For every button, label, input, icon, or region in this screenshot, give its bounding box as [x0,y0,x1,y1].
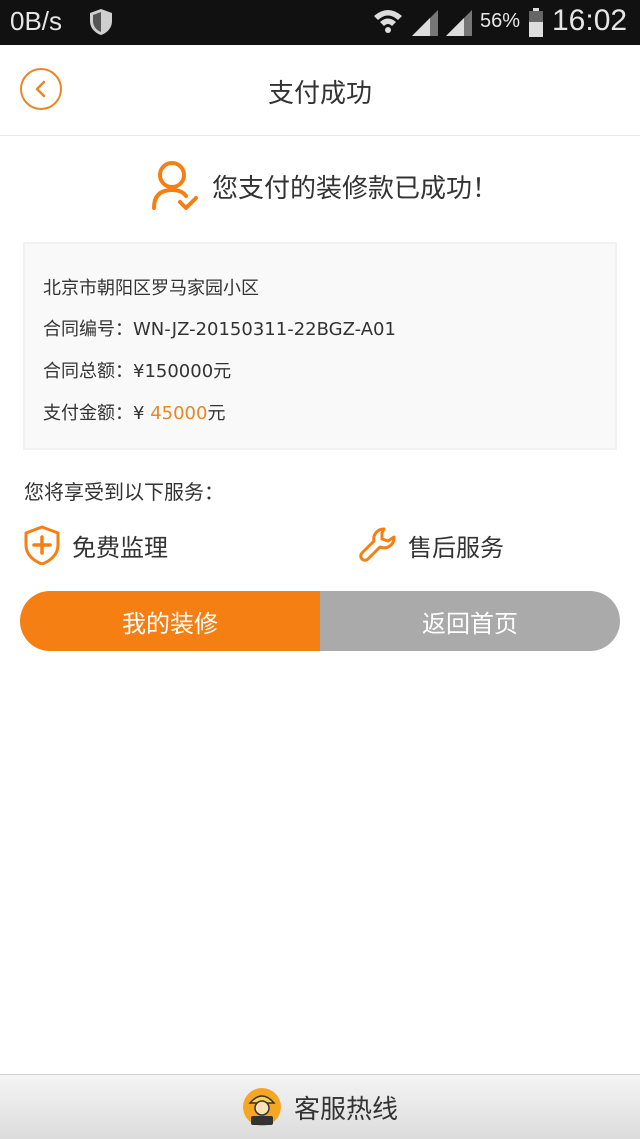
service-label: 售后服务 [408,533,504,562]
paid-amount-row: 支付金额：¥ 45000元 [43,399,225,425]
success-banner: 您支付的装修款已成功！ [150,158,498,214]
security-shield-icon [90,9,112,35]
page-title: 支付成功 [267,79,372,109]
header: 支付成功 [0,45,640,136]
contract-total-label: 合同总额： [43,361,133,382]
paid-currency: ¥ [133,403,145,424]
contract-number-value: WN-JZ-20150311-22BGZ-A01 [133,319,396,340]
wrench-icon [359,527,396,562]
wifi-icon [374,10,402,33]
paid-amount-value: 45000 [150,403,208,424]
shield-plus-icon [24,525,60,565]
signal-1-icon [412,10,438,36]
service-free-supervision: 免费监理 [22,520,168,570]
customer-service-bar[interactable]: 客服热线 [0,1074,640,1139]
contract-number-label: 合同编号： [43,319,133,340]
network-speed: 0B/s [10,6,63,36]
address-text: 北京市朝阳区罗马家园小区 [43,278,259,299]
service-after-sales: 售后服务 [358,520,504,570]
contract-number-row: 合同编号：WN-JZ-20150311-22BGZ-A01 [43,315,396,341]
success-message: 您支付的装修款已成功！ [212,173,499,204]
contract-total-value: ¥150000元 [133,361,232,382]
customer-service-label: 客服热线 [293,1094,398,1125]
clock: 16:02 [552,4,628,37]
service-label: 免费监理 [72,533,168,562]
back-home-button[interactable]: 返回首页 [320,591,620,651]
signal-2-icon [446,10,472,36]
my-decoration-button[interactable]: 我的装修 [20,591,320,651]
action-buttons: 我的装修 返回首页 [20,591,620,651]
user-check-icon [152,161,198,210]
battery-percent: 56% [480,10,521,32]
battery-icon [529,8,543,37]
status-bar: 0B/s 56% 16:02 [0,0,640,45]
contract-total-row: 合同总额：¥150000元 [43,357,231,383]
paid-unit: 元 [207,403,226,424]
services-title: 您将享受到以下服务： [24,480,224,504]
order-info-box: 北京市朝阳区罗马家园小区 合同编号：WN-JZ-20150311-22BGZ-A… [23,242,617,450]
service-worker-avatar-icon [242,1088,281,1126]
paid-amount-label: 支付金额： [43,403,133,424]
